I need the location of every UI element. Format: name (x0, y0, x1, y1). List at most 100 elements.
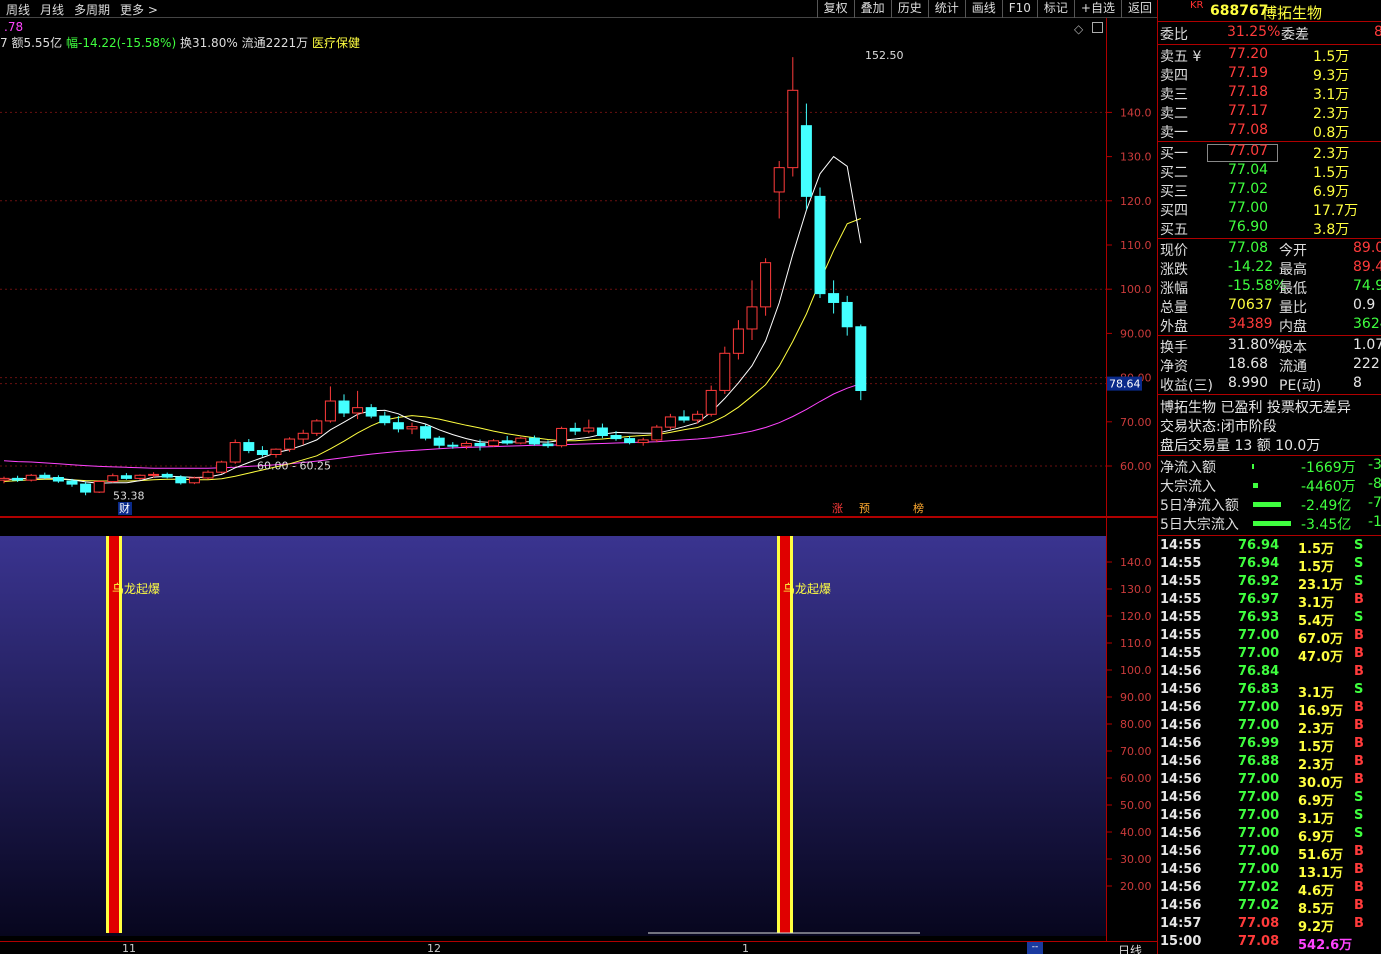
tick-row[interactable]: 14:56 77.00 13.1万 B (1158, 861, 1381, 881)
fundamentals-label2: PE(动) (1279, 378, 1322, 394)
divider (1158, 535, 1381, 536)
tick-row[interactable]: 14:56 77.00 51.6万 B (1158, 843, 1381, 863)
tick-row[interactable]: 15:00 77.08 542.6万 (1158, 933, 1381, 953)
tick-row[interactable]: 14:55 77.00 67.0万 B (1158, 627, 1381, 647)
tick-price: 76.97 (1238, 592, 1280, 607)
scroll-marker[interactable]: -- (1027, 942, 1043, 954)
price-axis-label: 110.0 (1120, 239, 1152, 252)
candle-body (66, 480, 78, 485)
tick-row[interactable]: 14:55 76.93 5.4万 S (1158, 609, 1381, 629)
bid-level[interactable]: 买二 77.04 1.5万 (1158, 162, 1381, 181)
candle-body (542, 443, 554, 447)
candlestick-chart[interactable]: 140.0130.0120.0110.0100.090.0080.0070.00… (0, 18, 1158, 518)
tick-time: 15:00 (1160, 934, 1202, 949)
low-label: 53.38 (113, 489, 145, 502)
status-text-1: 博拓生物 已盈利 投票权无差异 (1160, 400, 1351, 416)
tick-row[interactable]: 14:56 77.00 30.0万 B (1158, 771, 1381, 791)
flow-extra: -10 (1368, 514, 1381, 530)
tick-side: B (1354, 862, 1364, 877)
ask-level[interactable]: 卖三 77.18 3.1万 (1158, 84, 1381, 103)
divider (1158, 335, 1381, 336)
tick-row[interactable]: 14:56 77.02 4.6万 B (1158, 879, 1381, 899)
ask-level[interactable]: 卖二 77.17 2.3万 (1158, 103, 1381, 122)
x-label-nov: 11 (122, 942, 136, 954)
tick-side: B (1354, 718, 1364, 733)
tick-row[interactable]: 14:56 77.00 2.3万 B (1158, 717, 1381, 737)
tick-side: S (1354, 610, 1364, 625)
tick-row[interactable]: 14:55 76.94 1.5万 S (1158, 555, 1381, 575)
price-axis-label: 60.00 (1120, 460, 1152, 473)
ma10-line (3, 218, 861, 482)
flow-extra: -7 (1368, 495, 1381, 511)
bid-level[interactable]: 买三 77.02 6.9万 (1158, 181, 1381, 200)
quote-value2: 89.4 (1353, 259, 1381, 275)
period-label[interactable]: 日线 (1118, 942, 1142, 954)
indicator-axis-label: 70.00 (1120, 745, 1152, 758)
bid-level[interactable]: 买五 76.90 3.8万 (1158, 219, 1381, 238)
tick-row[interactable]: 14:55 76.94 1.5万 S (1158, 537, 1381, 557)
tick-row[interactable]: 14:55 76.97 3.1万 B (1158, 591, 1381, 611)
bid-price: 77.00 (1228, 200, 1269, 216)
ask-level[interactable]: 卖一 77.08 0.8万 (1158, 122, 1381, 141)
mark-button[interactable]: 标记 (1036, 0, 1074, 18)
ask-level[interactable]: 卖五 ¥ 77.20 1.5万 (1158, 46, 1381, 65)
quote-label2: 今开 (1279, 243, 1307, 259)
tick-price: 76.92 (1238, 574, 1280, 589)
indicator-axis-label: 40.00 (1120, 826, 1152, 839)
candle-body (515, 437, 527, 444)
indicator-axis-label: 90.00 (1120, 691, 1152, 704)
candle-body (651, 426, 663, 441)
tick-row[interactable]: 14:56 77.02 8.5万 B (1158, 897, 1381, 917)
ask-label: 卖三 (1160, 87, 1188, 103)
tick-side: B (1354, 844, 1364, 859)
candle-body (324, 400, 336, 422)
tick-price: 76.99 (1238, 736, 1280, 751)
candle-body (474, 442, 486, 447)
candle-body (637, 439, 649, 444)
ask-level[interactable]: 卖四 77.19 9.3万 (1158, 65, 1381, 84)
tick-row[interactable]: 14:56 76.88 2.3万 B (1158, 753, 1381, 773)
candle-body (692, 413, 704, 421)
status-line-2: 交易状态:闭市阶段 (1158, 416, 1381, 435)
fundamentals-label: 换手 (1160, 340, 1188, 356)
more-menu[interactable]: 更多 > (120, 1, 158, 18)
ask-label: 卖五 ¥ (1160, 49, 1202, 65)
monthly-tab[interactable]: 月线 (40, 1, 64, 18)
tick-time: 14:55 (1160, 574, 1202, 589)
tick-row[interactable]: 14:55 76.92 23.1万 S (1158, 573, 1381, 593)
draw-line-button[interactable]: 画线 (964, 0, 1002, 18)
overlay-button[interactable]: 叠加 (853, 0, 891, 18)
quote-label: 涨跌 (1160, 262, 1188, 278)
indicator-chart[interactable]: 乌龙起爆 乌龙起爆 140.0 130.0 120.0 110.0 100.0 90.00… (0, 518, 1158, 942)
back-button[interactable]: 返回 (1120, 0, 1158, 18)
ask-price: 77.20 (1228, 46, 1269, 62)
tick-row[interactable]: 14:56 77.00 6.9万 S (1158, 789, 1381, 809)
add-watchlist-button[interactable]: +自选 (1073, 0, 1121, 18)
quote-value: 70637 (1228, 297, 1273, 313)
weekly-tab[interactable]: 周线 (6, 1, 30, 18)
tick-row[interactable]: 14:56 76.99 1.5万 B (1158, 735, 1381, 755)
tick-row[interactable]: 14:56 76.84 B (1158, 663, 1381, 681)
quote-label2: 量比 (1279, 300, 1307, 316)
multi-period-tab[interactable]: 多周期 (74, 1, 110, 18)
tick-row[interactable]: 14:55 77.00 47.0万 B (1158, 645, 1381, 665)
f10-button[interactable]: F10 (1001, 0, 1037, 18)
history-button[interactable]: 历史 (890, 0, 928, 18)
fundamentals-label: 净资 (1160, 359, 1188, 375)
tick-row[interactable]: 14:56 77.00 16.9万 B (1158, 699, 1381, 719)
tick-price: 77.00 (1238, 700, 1280, 715)
tick-row[interactable]: 14:56 77.00 6.9万 S (1158, 825, 1381, 845)
divider (1158, 455, 1381, 456)
tick-row[interactable]: 14:56 76.83 3.1万 S (1158, 681, 1381, 701)
restore-rights-button[interactable]: 复权 (816, 0, 854, 18)
candle-body (12, 477, 24, 481)
candle-body (760, 262, 772, 308)
bid-level[interactable]: 买一 77.07 2.3万 (1158, 143, 1381, 162)
tick-row[interactable]: 14:57 77.08 9.2万 B (1158, 915, 1381, 935)
statistics-button[interactable]: 统计 (927, 0, 965, 18)
price-axis-label: 130.0 (1120, 151, 1152, 164)
status-line-1: 博拓生物 已盈利 投票权无差异 (1158, 397, 1381, 416)
fundamentals-row: 收益(三) 8.990 PE(动) 8 (1158, 375, 1381, 394)
bid-level[interactable]: 买四 77.00 17.7万 (1158, 200, 1381, 219)
tick-row[interactable]: 14:56 77.00 3.1万 S (1158, 807, 1381, 827)
